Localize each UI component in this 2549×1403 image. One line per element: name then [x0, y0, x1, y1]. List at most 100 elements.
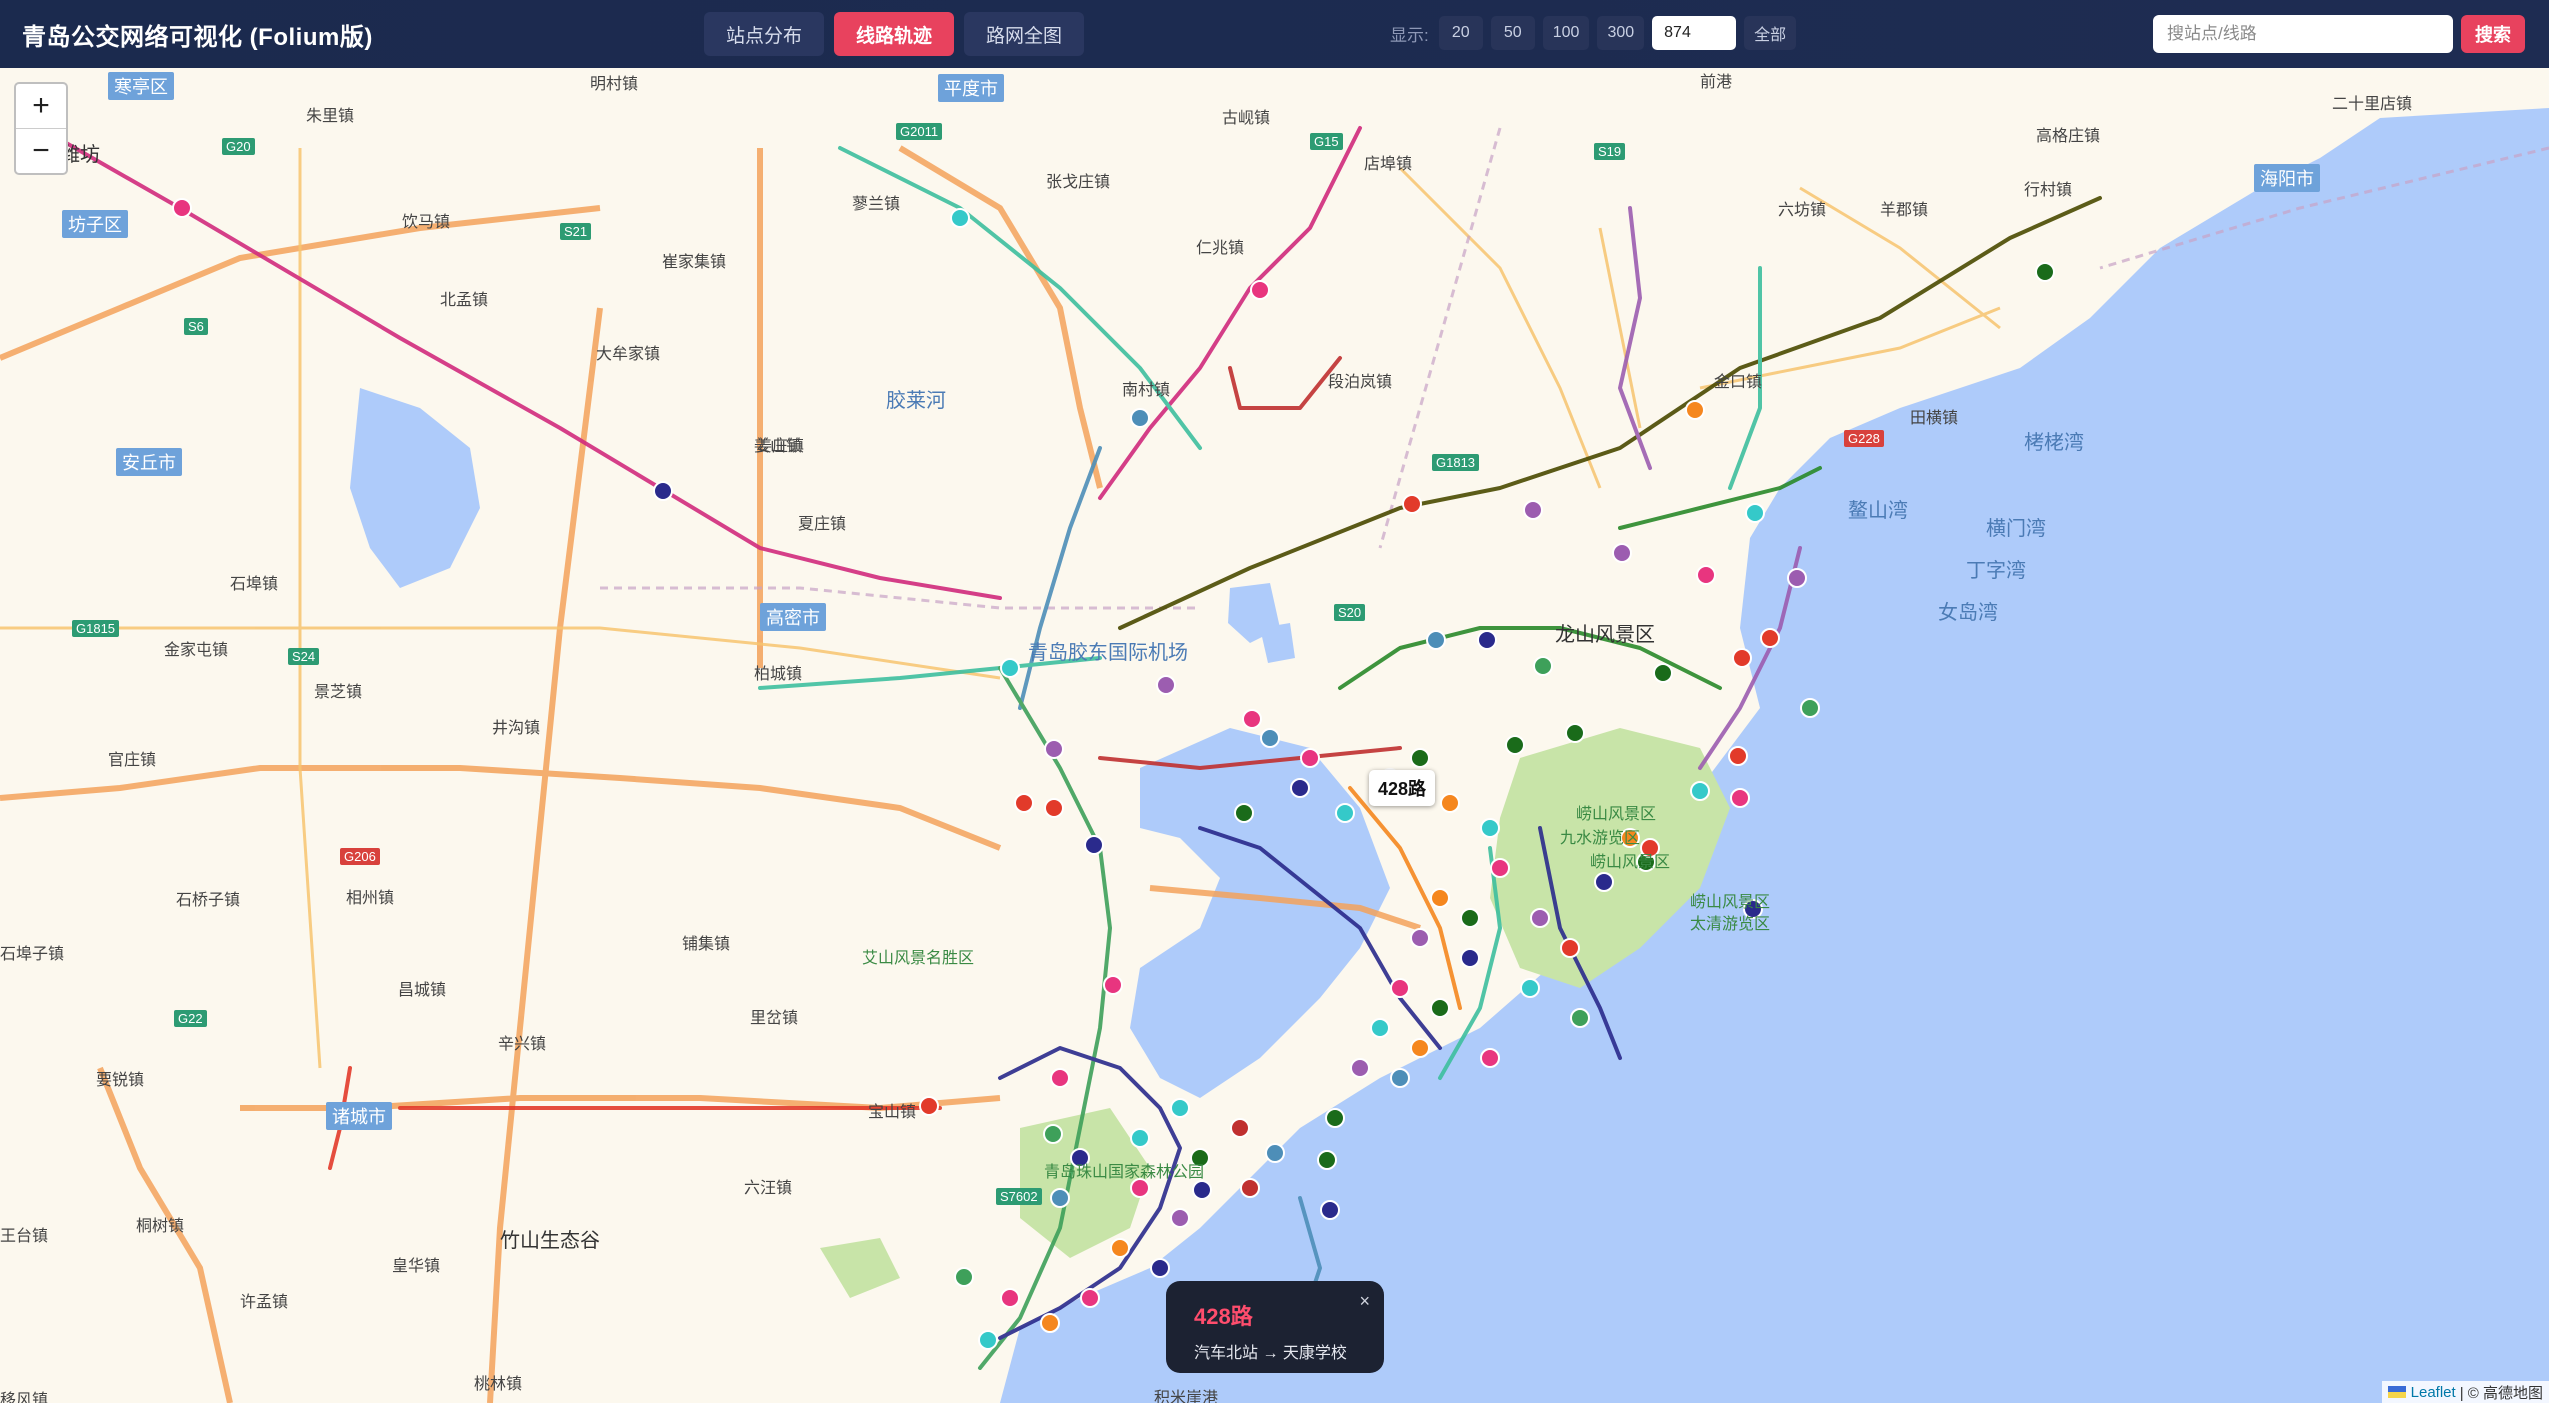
place-label: 丁字湾 [1966, 560, 2026, 582]
place-label: 皇华镇 [392, 1258, 441, 1275]
road-shield: G20 [222, 138, 255, 155]
ukraine-flag-icon [2387, 1386, 2406, 1398]
place-label: 积米崖港 [1154, 1390, 1219, 1403]
place-label: 明村镇 [590, 76, 639, 93]
place-label: 姜庄镇 [756, 438, 805, 455]
road-shield: S7602 [996, 1188, 1042, 1205]
place-label: 羊郡镇 [1880, 202, 1929, 219]
road-shield: G22 [174, 1010, 207, 1027]
search-button[interactable]: 搜索 [2461, 15, 2525, 53]
route-name: 428路 [1194, 1304, 1253, 1329]
city-label: 平度市 [938, 74, 1004, 102]
place-label: 鳌山湾 [1848, 500, 1908, 522]
close-icon[interactable]: × [1359, 1291, 1370, 1312]
mode-routes-button[interactable]: 线路轨迹 [834, 12, 955, 56]
place-label: 崔家集镇 [662, 254, 727, 271]
place-label: 竹山生态谷 [500, 1230, 600, 1252]
display-300-button[interactable]: 300 [1597, 16, 1645, 50]
place-label: 饮马镇 [402, 214, 451, 231]
place-label: 六坊镇 [1778, 202, 1827, 219]
attribution-text: | © 高德地图 [2459, 1384, 2543, 1402]
place-label: 青岛胶东国际机场 [1028, 642, 1188, 664]
place-label: 仁兆镇 [1196, 240, 1245, 257]
city-label: 寒亭区 [108, 72, 174, 100]
place-label: 崂山风景区 [1690, 894, 1771, 911]
city-label: 诸城市 [326, 1102, 392, 1130]
city-label: 安丘市 [116, 448, 182, 476]
place-label: 柏城镇 [754, 666, 803, 683]
place-label: 辛兴镇 [498, 1036, 547, 1053]
city-label: 高密市 [760, 603, 826, 631]
place-label: 北孟镇 [440, 292, 489, 309]
place-label: 张戈庄镇 [1046, 174, 1111, 191]
place-label: 石埠子镇 [0, 946, 65, 963]
search-input[interactable] [2153, 15, 2453, 53]
road-shield: G2011 [896, 123, 943, 140]
mode-stations-button[interactable]: 站点分布 [704, 12, 825, 56]
place-label: 王台镇 [0, 1228, 49, 1245]
place-label: 金口镇 [1714, 374, 1763, 391]
place-label: 田横镇 [1910, 410, 1959, 427]
road-shield: S21 [560, 223, 592, 240]
app-title: 青岛公交网络可视化 (Folium版) [22, 23, 373, 51]
place-label: 崂山风景区 [1576, 806, 1657, 823]
city-label: 海阳市 [2254, 164, 2320, 192]
place-label: 移风镇 [0, 1392, 49, 1403]
display-count-group: 显示: 20 50 100 300 全部 [1390, 16, 1797, 50]
place-label: 大牟家镇 [596, 346, 661, 363]
place-label: 南村镇 [1122, 382, 1171, 399]
display-100-button[interactable]: 100 [1542, 16, 1590, 50]
top-bar: 青岛公交网络可视化 (Folium版) 站点分布 线路轨迹 路网全图 显示: 2… [0, 0, 2549, 68]
map-attribution: Leaflet | © 高德地图 [2381, 1381, 2549, 1403]
road-shield: S20 [1334, 604, 1366, 621]
place-label: 行村镇 [2024, 182, 2073, 199]
place-label: 古岘镇 [1222, 110, 1271, 127]
place-label: 龙山风景区 [1555, 624, 1655, 646]
display-count-input[interactable] [1652, 16, 1737, 50]
place-label: 横门湾 [1986, 518, 2046, 540]
place-label: 夏庄镇 [798, 516, 847, 533]
place-label: 女岛湾 [1938, 602, 1998, 624]
place-label: 桃林镇 [474, 1376, 523, 1393]
place-label: 二十里店镇 [2332, 96, 2413, 113]
display-label: 显示: [1390, 25, 1429, 45]
zoom-control: + − [14, 82, 68, 175]
place-label: 桐树镇 [136, 1218, 185, 1235]
zoom-out-button[interactable]: − [16, 129, 66, 173]
place-label: 蓼兰镇 [852, 196, 901, 213]
route-tooltip: 428路 [1369, 770, 1435, 806]
place-label: 相州镇 [346, 890, 395, 907]
place-label: 要锐镇 [96, 1072, 145, 1089]
place-label: 官庄镇 [108, 752, 157, 769]
route-path: 汽车北站 → 天康学校 [1194, 1345, 1347, 1362]
leaflet-link[interactable]: Leaflet [2411, 1384, 2456, 1401]
place-label: 段泊岚镇 [1328, 374, 1393, 391]
place-label: 井沟镇 [492, 720, 541, 737]
place-label: 店埠镇 [1364, 156, 1413, 173]
place-label: 青岛珠山国家森林公园 [1044, 1164, 1205, 1181]
place-label: 铺集镇 [682, 936, 731, 953]
mode-tabs: 站点分布 线路轨迹 路网全图 [704, 12, 1085, 56]
road-shield: S19 [1594, 143, 1626, 160]
place-label: 昌城镇 [398, 982, 447, 999]
display-50-button[interactable]: 50 [1490, 16, 1535, 50]
road-shield: G15 [1310, 133, 1343, 150]
road-shield: G1813 [1432, 454, 1480, 471]
place-label: 太清游览区 [1690, 916, 1771, 933]
place-label: 前港 [1700, 74, 1733, 91]
place-label: 朱里镇 [306, 108, 355, 125]
place-label: 艾山风景名胜区 [862, 950, 975, 967]
place-label: 石桥子镇 [176, 892, 241, 909]
road-shield: G1815 [72, 620, 120, 637]
display-20-button[interactable]: 20 [1438, 16, 1483, 50]
place-label: 景芝镇 [314, 684, 363, 701]
route-info-panel: 428路 汽车北站 → 天康学校 × [1166, 1281, 1384, 1373]
place-label: 胶莱河 [886, 390, 946, 412]
place-label: 里岔镇 [750, 1010, 799, 1027]
map-canvas[interactable]: 潍坊 寒亭区 坊子区 安丘市 平度市 高密市 诸城市 海阳市 胶莱河 青岛胶东国… [0, 68, 2549, 1403]
road-shield: G228 [1844, 430, 1884, 447]
road-shield: G206 [340, 848, 380, 865]
zoom-in-button[interactable]: + [16, 84, 66, 129]
mode-network-button[interactable]: 路网全图 [964, 12, 1085, 56]
display-all-button[interactable]: 全部 [1744, 16, 1797, 50]
